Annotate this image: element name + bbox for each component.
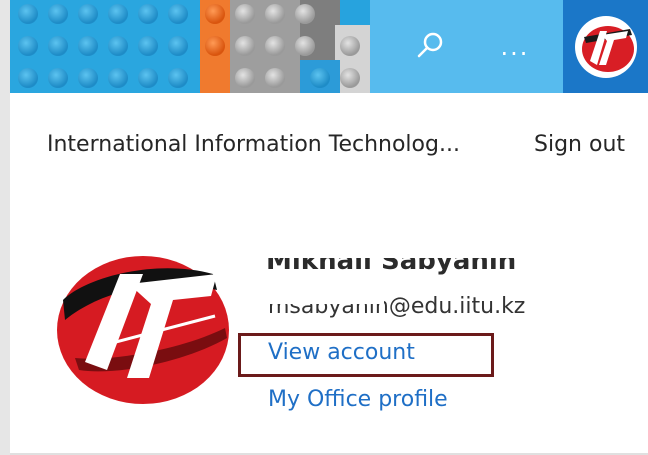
organization-name: International Information Technolog... bbox=[47, 132, 460, 157]
it-logo-icon bbox=[574, 15, 637, 78]
left-edge bbox=[0, 0, 10, 455]
organization-row: International Information Technolog... S… bbox=[10, 120, 648, 170]
more-icon: ... bbox=[500, 32, 530, 61]
user-display-name: Mikhail Sabyanin bbox=[266, 246, 517, 276]
sign-out-link[interactable]: Sign out bbox=[534, 132, 625, 157]
email-obscure-overlay bbox=[264, 290, 384, 304]
my-office-profile-link[interactable]: My Office profile bbox=[268, 387, 448, 412]
more-options-button[interactable]: ... bbox=[475, 0, 555, 93]
search-icon bbox=[415, 30, 445, 64]
search-button[interactable] bbox=[390, 0, 470, 93]
account-avatar-button[interactable] bbox=[563, 0, 648, 93]
profile-avatar bbox=[47, 243, 233, 407]
account-header: ... bbox=[10, 0, 648, 93]
view-account-highlight bbox=[238, 333, 494, 377]
